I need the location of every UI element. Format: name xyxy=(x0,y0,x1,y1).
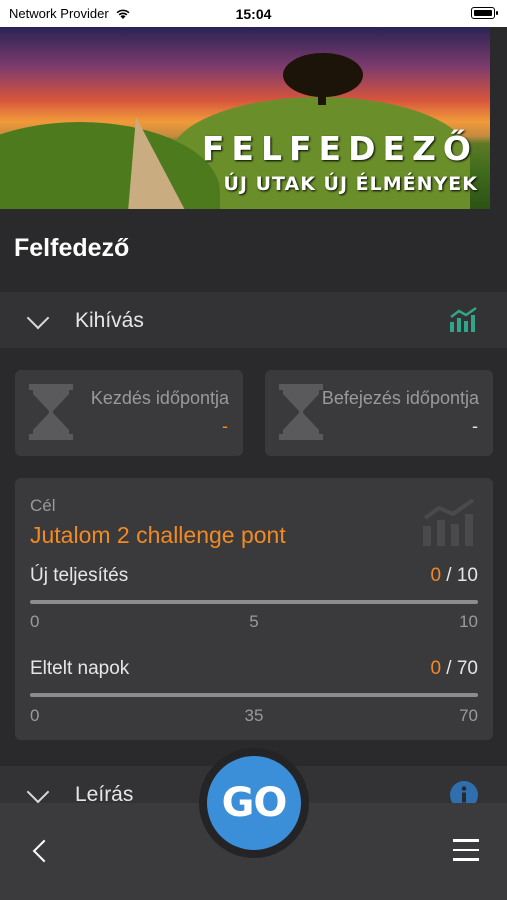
elapsed-days-target: 70 xyxy=(456,658,478,679)
end-date-value: - xyxy=(472,416,478,436)
elapsed-days-label: Eltelt napok xyxy=(30,658,130,679)
hero-subtitle: ÚJ UTAK ÚJ ÉLMÉNYEK xyxy=(223,173,478,195)
new-completion-target: 10 xyxy=(456,565,478,586)
new-completion-ticks: 0 5 10 xyxy=(30,612,478,634)
new-completion-value: 0 / 10 xyxy=(430,565,478,587)
tick-label: 0 xyxy=(30,706,40,725)
new-completion-progress-bar xyxy=(30,600,478,604)
hero-title: FELFEDEZŐ xyxy=(201,129,478,168)
hamburger-menu-icon[interactable] xyxy=(453,839,479,861)
end-date-card: Befejezés időpontja - xyxy=(265,370,493,456)
start-date-card: Kezdés időpontja - xyxy=(15,370,243,456)
elapsed-days-value: 0 / 70 xyxy=(430,658,478,680)
bar-chart-icon xyxy=(450,306,477,332)
challenge-label: Kihívás xyxy=(75,309,144,332)
bar-chart-watermark-icon xyxy=(423,498,475,546)
tree-trunk-graphic xyxy=(318,87,326,105)
elapsed-days-separator: / xyxy=(441,658,457,679)
elapsed-days-ticks: 0 35 70 xyxy=(30,706,478,728)
start-date-label: Kezdés időpontja xyxy=(90,388,229,408)
elapsed-days-current: 0 xyxy=(430,658,442,679)
new-completion-current: 0 xyxy=(430,565,442,586)
tick-label: 10 xyxy=(459,612,478,631)
new-completion-label: Új teljesítés xyxy=(30,565,129,586)
end-date-label: Befejezés időpontja xyxy=(321,388,479,408)
battery-icon xyxy=(471,7,498,19)
elapsed-days-progress-bar xyxy=(30,693,478,697)
hero-banner: FELFEDEZŐ ÚJ UTAK ÚJ ÉLMÉNYEK xyxy=(0,27,490,209)
status-time: 15:04 xyxy=(235,6,272,22)
chevron-down-icon xyxy=(26,780,50,804)
tick-label: 70 xyxy=(459,706,478,725)
tick-label: 0 xyxy=(30,612,40,631)
chevron-down-icon xyxy=(26,306,50,330)
tick-label: 35 xyxy=(244,706,264,725)
hourglass-icon xyxy=(279,384,323,440)
goal-reward: Jutalom 2 challenge pont xyxy=(30,522,286,548)
hourglass-icon xyxy=(29,384,73,440)
challenge-accordion[interactable]: Kihívás xyxy=(0,292,507,348)
page-title: Felfedező xyxy=(14,234,130,262)
go-button[interactable]: GO xyxy=(207,756,301,850)
goal-card: Cél Jutalom 2 challenge pont Új teljesít… xyxy=(15,478,493,740)
start-date-value: - xyxy=(222,416,228,436)
chevron-left-icon[interactable] xyxy=(32,839,56,863)
status-bar: Network Provider 15:04 xyxy=(0,0,507,27)
new-completion-separator: / xyxy=(441,565,457,586)
road-graphic xyxy=(128,117,186,209)
goal-label: Cél xyxy=(30,496,56,515)
tick-label: 5 xyxy=(249,612,259,631)
